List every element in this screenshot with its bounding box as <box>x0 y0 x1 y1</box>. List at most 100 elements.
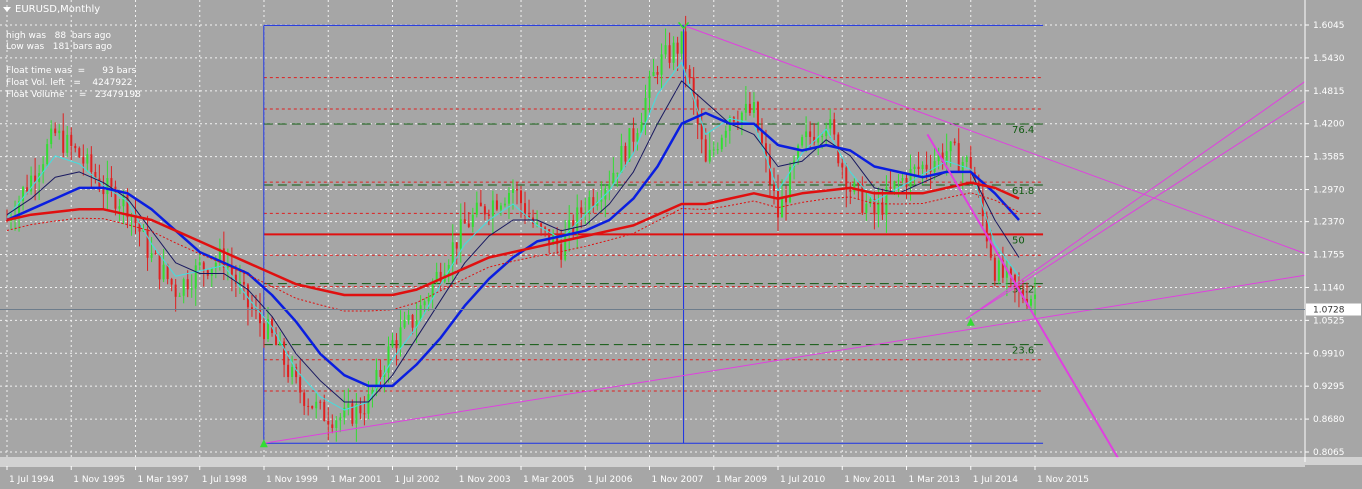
candle-body <box>809 131 812 137</box>
candle-body <box>499 205 502 210</box>
candle-body <box>744 103 747 113</box>
candle-body <box>997 260 1000 281</box>
price-label-3: 1.4200 <box>1313 120 1345 130</box>
candle-body <box>467 223 470 227</box>
candle-body <box>511 189 514 193</box>
candle-body <box>311 405 314 409</box>
price-label-2: 1.4815 <box>1313 87 1345 97</box>
candle-body <box>1030 298 1033 306</box>
candle-body <box>917 166 920 170</box>
candle-body <box>865 203 868 213</box>
trend-lines <box>259 21 1351 459</box>
candle-body <box>740 112 743 124</box>
candle-body <box>178 295 181 297</box>
candle-body <box>335 420 338 428</box>
dropdown-triangle-icon[interactable] <box>3 6 11 12</box>
candle-body <box>66 134 69 153</box>
candle-body <box>315 401 318 409</box>
candle-body <box>700 123 703 140</box>
candle-body <box>845 167 848 190</box>
price-label-6: 1.2370 <box>1313 218 1345 228</box>
fib-label-4: 23.6 <box>1012 346 1034 357</box>
candle-body <box>965 157 968 162</box>
candle-body <box>708 149 711 162</box>
candle-body <box>351 403 354 424</box>
candle-body <box>628 128 631 162</box>
candle-body <box>495 200 498 210</box>
candle-body <box>785 197 788 203</box>
candle-body <box>110 178 113 187</box>
current-price-label: 1.0728 <box>1313 306 1345 316</box>
candle-body <box>632 128 635 142</box>
candle-body <box>748 103 751 113</box>
candle-body <box>953 141 956 144</box>
candle-body <box>246 284 249 308</box>
candle-body <box>475 202 478 215</box>
candle-body <box>323 401 326 421</box>
info-line-5: Float Vol. left = 4247922 <box>6 78 133 88</box>
candle-body <box>503 203 506 206</box>
candle-body <box>403 319 406 328</box>
candle-body <box>925 164 928 170</box>
candle-body <box>752 102 755 113</box>
candle-body <box>909 168 912 187</box>
candle-body <box>777 191 780 218</box>
price-label-8: 1.1140 <box>1313 283 1345 293</box>
candle-body <box>957 143 960 172</box>
trendline-resistance <box>683 24 1351 271</box>
time-label-11: 1 Mar 2009 <box>716 475 768 485</box>
candle-body <box>921 164 924 170</box>
time-label-15: 1 Jul 2014 <box>973 475 1018 485</box>
trendline-support <box>263 267 1351 444</box>
candle-body <box>487 214 490 216</box>
candle-body <box>170 279 173 285</box>
candle-body <box>479 202 482 207</box>
candle-body <box>913 166 916 169</box>
candle-body <box>391 340 394 347</box>
candle-body <box>395 340 398 349</box>
symbol-header[interactable]: EURUSD,Monthly <box>3 4 100 15</box>
candle-body <box>431 282 434 298</box>
candle-body <box>182 279 185 296</box>
candle-body <box>154 253 157 255</box>
fib-label-2: 50 <box>1012 235 1025 246</box>
info-line-6: Float Volume = 23479198 <box>6 90 141 100</box>
time-label-12: 1 Jul 2010 <box>780 475 825 485</box>
candle-body <box>889 187 892 189</box>
candle-body <box>162 264 165 280</box>
time-label-6: 1 Jul 2002 <box>395 475 440 485</box>
chart-grid <box>0 0 1305 458</box>
time-label-1: 1 Nov 1995 <box>73 475 125 485</box>
candle-body <box>684 31 687 69</box>
candle-body <box>841 163 844 168</box>
candle-body <box>704 139 707 162</box>
candle-body <box>949 141 952 152</box>
candle-body <box>198 262 201 266</box>
candle-body <box>210 268 213 276</box>
candle-body <box>720 137 723 150</box>
moving-averages <box>6 61 1020 411</box>
candle-body <box>455 242 458 249</box>
candle-body <box>520 190 523 204</box>
candle-body <box>291 366 294 378</box>
candle-body <box>263 323 266 340</box>
price-chart[interactable]: 76.461.85038.223.6 1.60451.54301.48151.4… <box>0 0 1362 489</box>
price-label-9: 1.0525 <box>1313 316 1345 326</box>
candle-body <box>287 364 290 378</box>
candle-body <box>399 327 402 349</box>
price-label-4: 1.3585 <box>1313 153 1345 163</box>
candlesticks <box>6 15 1037 442</box>
candle-body <box>833 119 836 135</box>
candle-body <box>118 206 121 209</box>
candle-body <box>644 97 647 123</box>
candle-body <box>829 119 832 129</box>
candle-body <box>471 214 474 227</box>
fib-label-1: 61.8 <box>1012 186 1034 197</box>
candle-body <box>299 377 302 393</box>
candle-body <box>451 242 454 265</box>
time-label-5: 1 Mar 2001 <box>330 475 381 485</box>
candle-body <box>202 262 205 271</box>
price-label-7: 1.1755 <box>1313 251 1345 261</box>
candle-body <box>78 148 81 158</box>
candle-body <box>620 145 623 173</box>
